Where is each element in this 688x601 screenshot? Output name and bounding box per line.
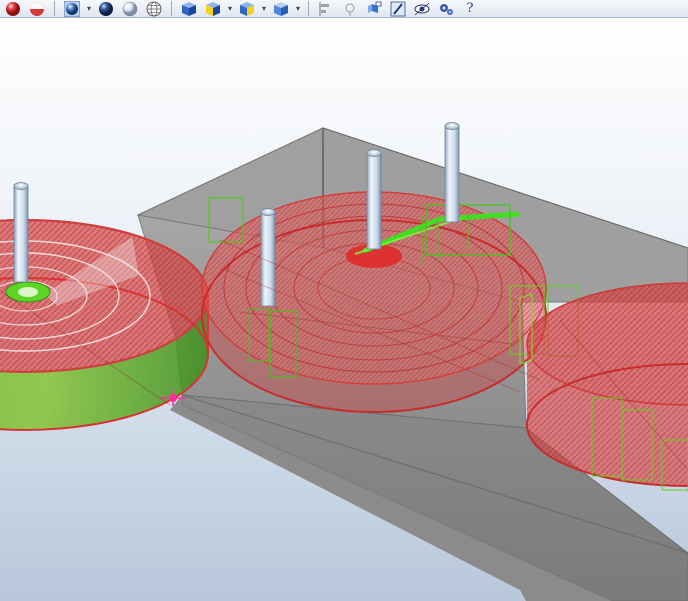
red-half-sphere-icon: [30, 1, 44, 16]
pen-button[interactable]: [387, 1, 409, 17]
cube-edit-button[interactable]: [363, 1, 385, 17]
main-toolbar: ▾ ▾ ▾ ▾ ?: [0, 0, 688, 18]
toolbar-separator: [171, 1, 172, 16]
blue-cube-icon: [182, 1, 196, 16]
yellow-side-cube-button[interactable]: [236, 1, 258, 17]
eye-icon: [414, 2, 430, 15]
pen-icon: [390, 1, 406, 16]
align-icon: [319, 1, 329, 16]
red-half-sphere-button[interactable]: [26, 1, 48, 17]
red-sphere-button[interactable]: [2, 1, 24, 17]
yellow-cube-button[interactable]: [202, 1, 224, 17]
blue-cube-button[interactable]: [178, 1, 200, 17]
shaded-sphere-button[interactable]: [61, 0, 83, 17]
toolbar-separator: [54, 1, 55, 16]
yellow-cube-icon: [206, 1, 220, 16]
cube-edit-icon: [368, 1, 382, 13]
dropdown-arrow-icon[interactable]: ▾: [85, 1, 93, 17]
dark-sphere-icon: [99, 1, 113, 16]
node-button[interactable]: [339, 1, 361, 17]
dark-sphere-button[interactable]: [95, 1, 117, 17]
blue-side-cube-button[interactable]: [270, 1, 292, 17]
blue-side-cube-icon: [274, 1, 288, 16]
light-sphere-icon: [122, 1, 138, 16]
node-icon: [345, 2, 355, 16]
help-icon: ?: [466, 1, 474, 16]
dropdown-arrow-icon[interactable]: ▾: [260, 1, 268, 17]
wireframe-sphere-icon: [146, 1, 162, 16]
app-window: ▾ ▾ ▾ ▾ ?: [0, 0, 688, 601]
help-button[interactable]: ?: [459, 1, 481, 17]
yellow-side-cube-icon: [240, 1, 254, 16]
eye-button[interactable]: [411, 1, 433, 17]
shaded-sphere-icon: [64, 0, 80, 17]
dropdown-arrow-icon[interactable]: ▾: [226, 1, 234, 17]
dropdown-arrow-icon[interactable]: ▾: [294, 1, 302, 17]
red-sphere-icon: [6, 1, 20, 16]
gears-button[interactable]: [435, 1, 457, 17]
3d-scene[interactable]: [0, 18, 688, 601]
3d-viewport[interactable]: [0, 18, 688, 601]
wireframe-sphere-button[interactable]: [143, 1, 165, 17]
gears-icon: [440, 3, 453, 15]
toolbar-separator: [308, 1, 309, 16]
light-sphere-button[interactable]: [119, 1, 141, 17]
align-button[interactable]: [315, 1, 337, 17]
